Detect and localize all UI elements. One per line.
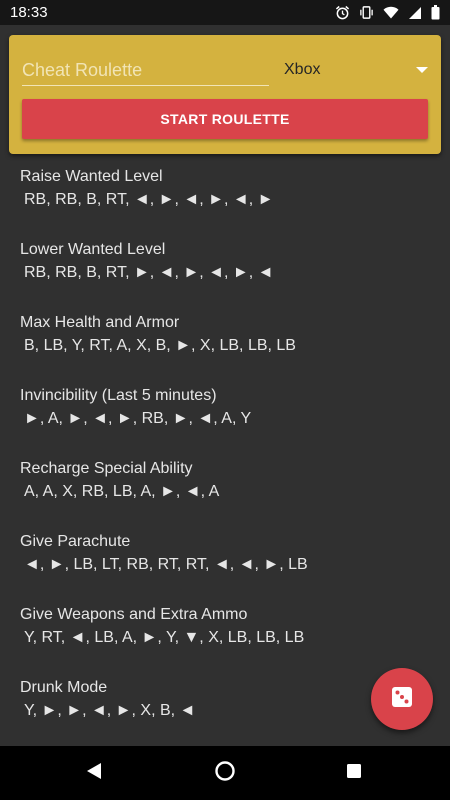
cheat-code: RB, RB, B, RT, ►, ◄, ►, ◄, ►, ◄ [24, 264, 274, 281]
home-icon [214, 760, 236, 787]
roulette-title-input[interactable] [22, 55, 269, 86]
list-item[interactable]: Give Weapons and Extra Ammo Y, RT, ◄, LB… [20, 606, 430, 666]
random-cheat-fab[interactable] [371, 668, 433, 730]
wifi-icon [383, 5, 399, 20]
cheat-name: Give Weapons and Extra Ammo [20, 606, 248, 623]
back-icon [85, 762, 103, 785]
cheat-code: B, LB, Y, RT, A, X, B, ►, X, LB, LB, LB [24, 337, 296, 354]
cheat-name: Drunk Mode [20, 679, 108, 696]
list-item[interactable]: Drunk Mode Y, ►, ►, ◄, ►, X, B, ◄ [20, 679, 430, 739]
list-item[interactable]: Max Health and Armor B, LB, Y, RT, A, X,… [20, 314, 430, 374]
list-item[interactable]: Give Parachute ◄, ►, LB, LT, RB, RT, RT,… [20, 533, 430, 593]
cheat-name: Recharge Special Ability [20, 460, 193, 477]
status-bar: 18:33 [0, 0, 450, 25]
dice-icon [390, 685, 414, 714]
platform-value: Xbox [284, 61, 321, 78]
recents-button[interactable] [339, 758, 369, 788]
cheat-name: Give Parachute [20, 533, 131, 550]
vibrate-icon [359, 5, 374, 20]
platform-dropdown[interactable]: Xbox [281, 55, 429, 85]
status-time: 18:33 [10, 4, 48, 21]
list-item[interactable]: Recharge Special Ability A, A, X, RB, LB… [20, 460, 430, 520]
cheat-code: Y, RT, ◄, LB, A, ►, Y, ▼, X, LB, LB, LB [24, 629, 305, 646]
signal-icon [408, 6, 422, 20]
dropdown-arrow-icon [415, 61, 429, 79]
list-item[interactable]: Raise Wanted Level RB, RB, B, RT, ◄, ►, … [20, 168, 430, 228]
alarm-icon [335, 5, 350, 20]
header-card: Xbox START ROULETTE [9, 35, 441, 154]
back-button[interactable] [79, 758, 109, 788]
cheat-code: ◄, ►, LB, LT, RB, RT, RT, ◄, ◄, ►, LB [24, 556, 308, 573]
list-item[interactable]: Invincibility (Last 5 minutes) ►, A, ►, … [20, 387, 430, 447]
cheat-name: Max Health and Armor [20, 314, 180, 331]
status-icons [335, 5, 440, 20]
cheat-name: Raise Wanted Level [20, 168, 163, 185]
recents-icon [345, 762, 363, 785]
cheat-name: Lower Wanted Level [20, 241, 166, 258]
start-roulette-button[interactable]: START ROULETTE [22, 99, 428, 139]
battery-icon [431, 5, 440, 20]
navigation-bar [0, 746, 450, 800]
cheat-code: Y, ►, ►, ◄, ►, X, B, ◄ [24, 702, 196, 719]
home-button[interactable] [210, 758, 240, 788]
cheat-code: RB, RB, B, RT, ◄, ►, ◄, ►, ◄, ► [24, 191, 274, 208]
cheat-code: ►, A, ►, ◄, ►, RB, ►, ◄, A, Y [24, 410, 252, 427]
cheat-name: Invincibility (Last 5 minutes) [20, 387, 217, 404]
list-item[interactable]: Lower Wanted Level RB, RB, B, RT, ►, ◄, … [20, 241, 430, 301]
cheat-code: A, A, X, RB, LB, A, ►, ◄, A [24, 483, 220, 500]
